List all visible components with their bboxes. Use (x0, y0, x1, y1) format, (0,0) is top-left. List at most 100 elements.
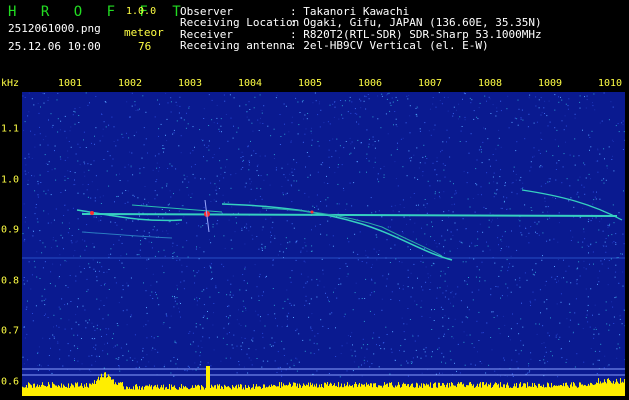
noise-floor-bar (254, 388, 255, 396)
noise-floor-bar (365, 386, 366, 396)
noise-floor-bar (271, 384, 272, 396)
noise-floor-bar (493, 385, 494, 396)
noise-floor-bar (174, 385, 175, 396)
noise-floor-bar (125, 389, 126, 396)
noise-floor-bar (159, 388, 160, 396)
noise-floor-bar (188, 389, 189, 396)
noise-floor-bar (388, 386, 389, 396)
noise-floor-bar (252, 387, 253, 396)
noise-floor-bar (354, 384, 355, 396)
noise-floor-bar (24, 387, 25, 396)
noise-floor-bar (204, 389, 205, 396)
noise-floor-bar (214, 385, 215, 396)
noise-floor-bar (446, 384, 447, 396)
noise-floor-bar (54, 384, 55, 396)
noise-floor-bar (273, 384, 274, 396)
noise-floor-bar (334, 383, 335, 396)
noise-floor-bar (520, 382, 521, 396)
noise-floor-bar (475, 387, 476, 396)
noise-floor-bar (187, 387, 188, 396)
noise-floor-bar (412, 383, 413, 396)
frequency-tick-label: 1.0 (1, 174, 20, 185)
noise-floor-bar (359, 383, 360, 396)
noise-floor-bar (377, 387, 378, 396)
noise-floor-bar (343, 387, 344, 396)
noise-floor-bar (152, 389, 153, 396)
noise-floor-bar (506, 384, 507, 396)
noise-floor-bar (289, 382, 290, 396)
noise-floor-bar (309, 386, 310, 396)
noise-floor-bar (611, 382, 612, 396)
noise-floor-bar (160, 387, 161, 396)
noise-floor-bar (508, 385, 509, 396)
noise-floor-bar (364, 384, 365, 396)
noise-floor-bar (500, 382, 501, 396)
noise-floor-bar (400, 387, 401, 396)
noise-floor-bar (79, 386, 80, 396)
noise-floor-bar (416, 382, 417, 396)
noise-floor-bar (233, 386, 234, 396)
noise-floor-bar (531, 386, 532, 396)
noise-floor-bar (393, 387, 394, 396)
noise-floor-bar (158, 387, 159, 396)
noise-floor-bar (304, 384, 305, 396)
noise-floor-bar (172, 387, 173, 396)
noise-floor-bar (380, 385, 381, 396)
noise-floor-bar (583, 385, 584, 396)
time-tick-label: 1001 (57, 78, 83, 89)
noise-floor-bar (459, 383, 460, 396)
noise-floor-bar (33, 383, 34, 396)
noise-floor-bar (345, 386, 346, 396)
noise-floor-bar (132, 389, 133, 396)
noise-floor-bar (186, 387, 187, 396)
noise-floor-bar (104, 372, 105, 396)
noise-floor-bar (430, 382, 431, 396)
noise-floor-bar (191, 387, 192, 396)
noise-floor-bar (166, 386, 167, 396)
noise-floor-bar (514, 383, 515, 396)
noise-floor-bar (469, 382, 470, 396)
noise-floor-bar (373, 383, 374, 396)
noise-floor-bar (78, 386, 79, 396)
noise-floor-bar (51, 387, 52, 396)
noise-floor-bar (148, 386, 149, 396)
noise-floor-bar (483, 382, 484, 396)
noise-floor-bar (551, 382, 552, 396)
noise-floor-bar (269, 385, 270, 396)
noise-floor-bar (75, 382, 76, 396)
noise-floor-bar (316, 383, 317, 396)
time-tick-label: 1005 (297, 78, 323, 89)
noise-floor-bar (585, 385, 586, 396)
noise-floor-bar (213, 387, 214, 396)
noise-floor-bar (376, 386, 377, 396)
noise-floor-bar (455, 385, 456, 396)
noise-floor-bar (438, 382, 439, 396)
noise-floor-bar (584, 384, 585, 396)
noise-floor-bar (270, 387, 271, 396)
noise-floor-bar (170, 389, 171, 396)
noise-floor-bar (532, 382, 533, 396)
noise-floor-bar (282, 386, 283, 396)
noise-floor-bar (157, 384, 158, 396)
noise-floor-bar (232, 385, 233, 396)
noise-floor-bar (66, 386, 67, 396)
noise-floor-bar (129, 387, 130, 396)
noise-floor-bar (90, 383, 91, 396)
noise-floor-bar (481, 387, 482, 396)
noise-floor-bar (298, 388, 299, 396)
time-tick-label: 1004 (237, 78, 263, 89)
noise-floor-bar (87, 386, 88, 396)
noise-floor-bar (91, 384, 92, 396)
noise-floor-bar (549, 386, 550, 396)
noise-floor-bar (579, 382, 580, 396)
noise-floor-bar (122, 382, 123, 396)
noise-floor-bar (383, 385, 384, 396)
noise-floor-bar (358, 384, 359, 396)
noise-floor-bar (106, 377, 107, 396)
noise-floor-bar (586, 386, 587, 396)
noise-floor-bar (511, 387, 512, 396)
echo-trace (221, 203, 453, 261)
noise-floor-bar (394, 387, 395, 396)
spectrogram (22, 92, 625, 396)
noise-floor-bar (128, 388, 129, 396)
